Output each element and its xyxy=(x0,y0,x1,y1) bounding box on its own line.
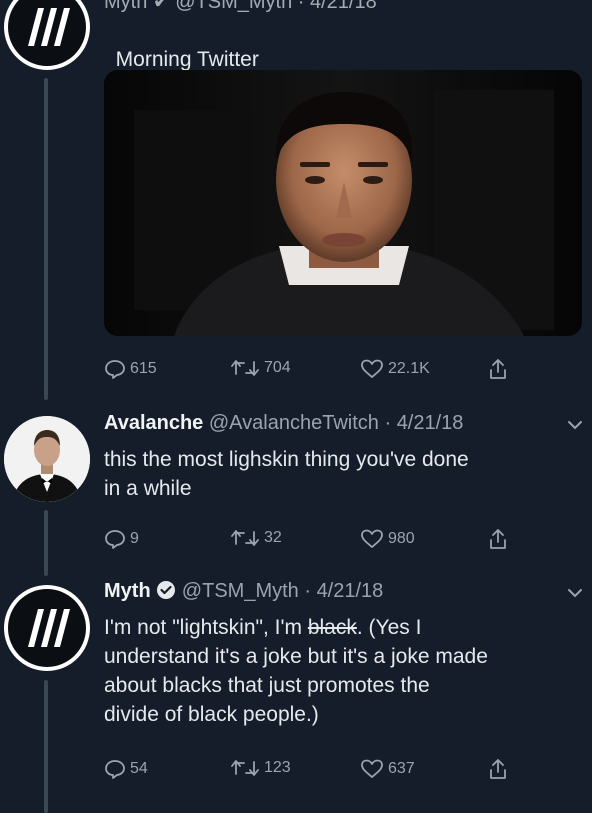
avatar-avalanche[interactable] xyxy=(4,416,90,502)
reply-count: 615 xyxy=(130,360,157,377)
reply1-chevron-down-icon[interactable] xyxy=(566,418,584,436)
retweet-count: 704 xyxy=(264,359,291,376)
myth-logo-icon xyxy=(28,609,70,647)
reply-count: 9 xyxy=(130,530,139,547)
share-icon xyxy=(490,359,506,379)
reply-button[interactable]: 615 xyxy=(104,358,157,380)
reply1-date[interactable]: 4/21/18 xyxy=(397,412,464,434)
thread-line-bottom xyxy=(44,680,48,813)
reply2-text-part1: I'm not "lightskin", I'm xyxy=(104,616,308,639)
reply-button[interactable]: 9 xyxy=(104,528,139,550)
like-button[interactable]: 637 xyxy=(360,758,415,780)
reply1-author-handle[interactable]: @AvalancheTwitch xyxy=(209,412,379,434)
avatar-myth-reply[interactable] xyxy=(4,585,90,671)
thread-line-top xyxy=(44,78,48,400)
share-icon xyxy=(490,759,506,779)
top-tweet-actions: 615 704 22.1K xyxy=(104,358,524,386)
reply-icon xyxy=(105,530,125,549)
reply-icon xyxy=(105,360,125,379)
reply-count: 54 xyxy=(130,760,148,777)
avatar-myth-top[interactable] xyxy=(4,0,90,70)
like-icon xyxy=(361,359,383,378)
top-tweet-header-cutoff: Myth ✔ @TSM_Myth · 4/21/18 xyxy=(104,0,377,14)
reply2-author-handle[interactable]: @TSM_Myth xyxy=(182,580,299,602)
share-button[interactable] xyxy=(488,528,508,550)
reply1-text: this the most lighskin thing you've done… xyxy=(104,448,469,500)
retweet-count: 32 xyxy=(264,529,282,546)
thread-line-middle xyxy=(44,510,48,576)
reply2-actions: 54 123 637 xyxy=(104,758,524,786)
share-icon xyxy=(490,529,506,549)
share-button[interactable] xyxy=(488,358,508,380)
reply1-author-name[interactable]: Avalanche xyxy=(104,412,203,434)
reply1-header: Avalanche @AvalancheTwitch · 4/21/18 xyxy=(104,412,464,434)
avalanche-avatar-image xyxy=(4,416,90,502)
top-tweet-text: Morning Twitter xyxy=(115,48,259,71)
reply2-author-name[interactable]: Myth xyxy=(104,580,151,602)
like-button[interactable]: 980 xyxy=(360,528,415,550)
reply-button[interactable]: 54 xyxy=(104,758,148,780)
retweet-count: 123 xyxy=(264,759,291,776)
reply2-header: Myth @TSM_Myth · 4/21/18 xyxy=(104,580,384,602)
retweet-icon xyxy=(231,760,259,776)
myth-logo-icon xyxy=(28,8,70,46)
retweet-icon xyxy=(231,530,259,546)
like-count: 637 xyxy=(388,760,415,777)
share-button[interactable] xyxy=(488,758,508,780)
verified-icon xyxy=(156,580,182,602)
top-tweet-header-text: Myth ✔ @TSM_Myth · 4/21/18 xyxy=(104,0,377,13)
like-count: 980 xyxy=(388,530,415,547)
like-button[interactable]: 22.1K xyxy=(360,358,430,380)
retweet-button[interactable]: 123 xyxy=(230,758,291,778)
reply1-actions: 9 32 980 xyxy=(104,528,524,556)
like-icon xyxy=(361,529,383,548)
reply2-text: I'm not "lightskin", I'm black. (Yes I u… xyxy=(104,613,588,729)
reply2-date[interactable]: 4/21/18 xyxy=(317,580,384,602)
reply-icon xyxy=(105,760,125,779)
like-count: 22.1K xyxy=(388,360,430,377)
like-icon xyxy=(361,759,383,778)
reply2-text-struck-word: black xyxy=(307,616,357,639)
selfie-photo-image xyxy=(104,70,582,336)
tweet-photo[interactable] xyxy=(104,70,582,336)
reply2-chevron-down-icon[interactable] xyxy=(566,586,584,604)
retweet-icon xyxy=(231,360,259,376)
retweet-button[interactable]: 704 xyxy=(230,358,291,378)
retweet-button[interactable]: 32 xyxy=(230,528,282,548)
